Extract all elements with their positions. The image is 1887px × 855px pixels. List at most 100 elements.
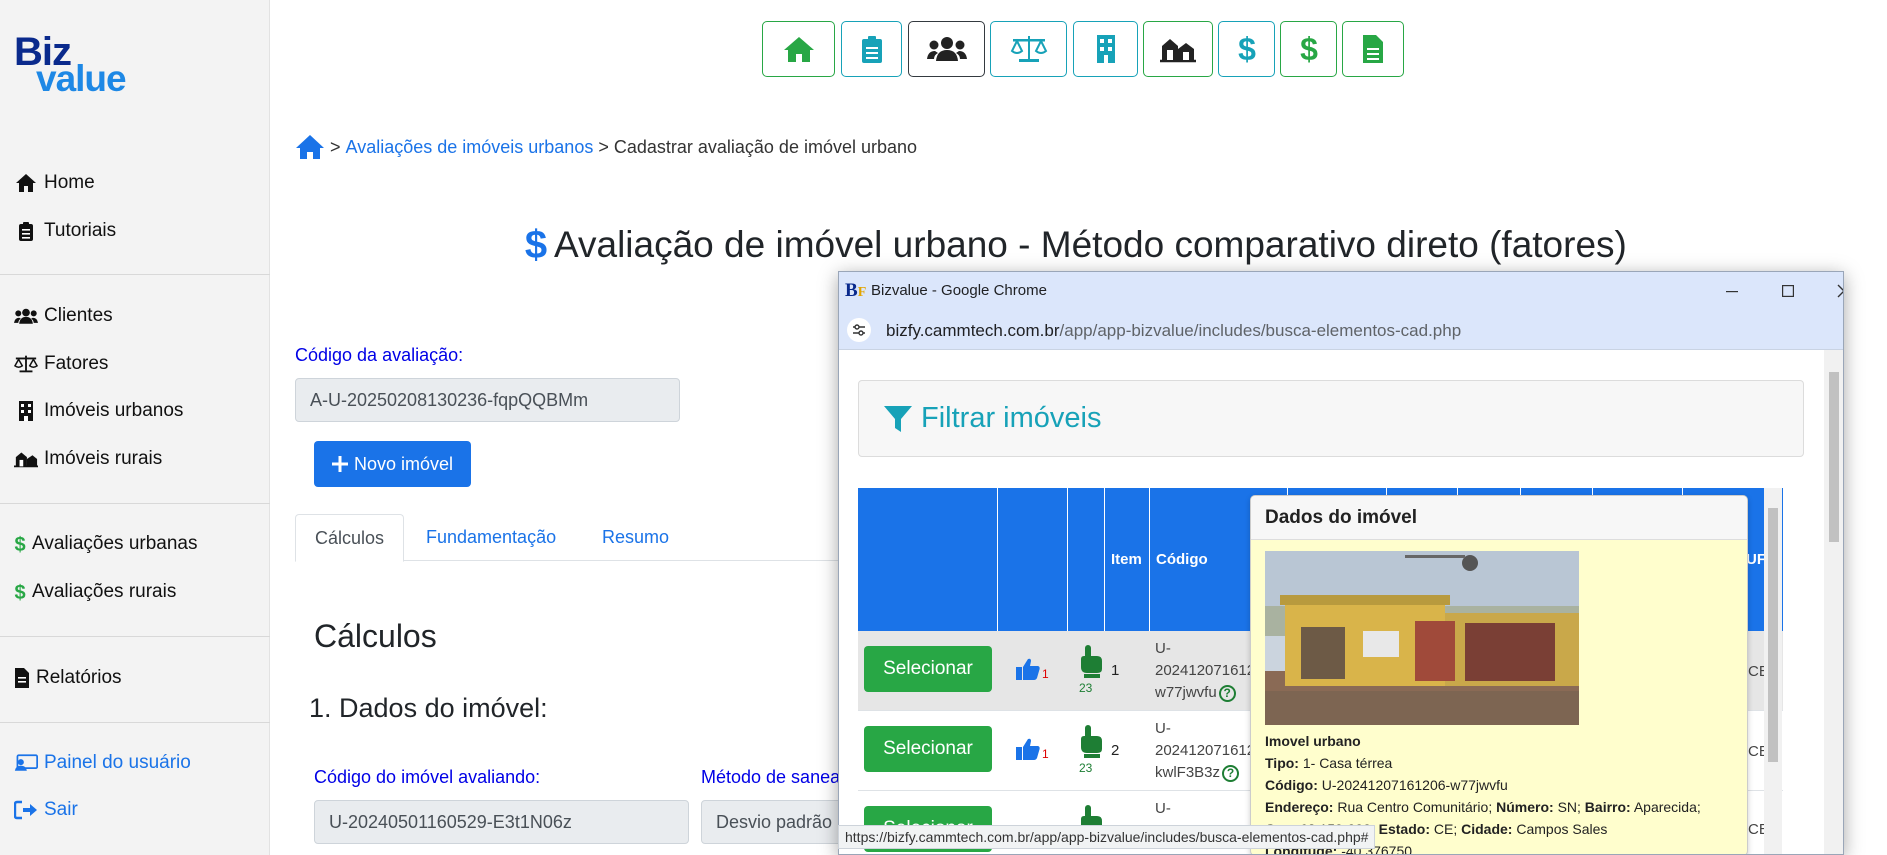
- sidebar-item-sair[interactable]: Sair: [14, 799, 78, 821]
- sidebar-item-painel-usuario[interactable]: Painel do usuário: [14, 752, 191, 774]
- points-count: 23: [1079, 761, 1093, 775]
- sidebar: Biz value Home Tutoriais Clientes Fatore…: [0, 0, 270, 855]
- tab-fundamentacao[interactable]: Fundamentação: [407, 514, 575, 561]
- breadcrumb-link-avaliacoes[interactable]: Avaliações de imóveis urbanos: [346, 137, 594, 158]
- file-icon: [14, 667, 30, 689]
- help-icon[interactable]: ?: [1218, 684, 1236, 702]
- tab-resumo[interactable]: Resumo: [583, 514, 688, 561]
- logo-value-text: value: [36, 58, 127, 99]
- toolbar-clients-button[interactable]: [908, 21, 985, 77]
- dollar-icon: $: [14, 581, 26, 603]
- sidebar-item-label: Fatores: [44, 353, 109, 374]
- toolbar-urban-valuations-button[interactable]: $: [1218, 21, 1275, 77]
- pointer-hand-icon[interactable]: [1077, 643, 1105, 679]
- sidebar-item-label: Avaliações urbanas: [32, 533, 198, 554]
- thumbs-up-icon[interactable]: [1015, 657, 1041, 681]
- divider: [0, 636, 270, 637]
- novo-imovel-button[interactable]: Novo imóvel: [314, 441, 471, 487]
- window-scrollbar-thumb[interactable]: [1829, 372, 1839, 542]
- url-domain: bizfy.cammtech.com.br: [886, 321, 1060, 340]
- breadcrumb-current: Cadastrar avaliação de imóvel urbano: [613, 136, 918, 157]
- window-title: Bizvalue - Google Chrome: [871, 282, 1047, 299]
- sidebar-item-clientes[interactable]: Clientes: [14, 305, 113, 327]
- info-label: Número:: [1496, 799, 1554, 815]
- info-value: U-20241207161206-w77jwvfu: [1321, 777, 1508, 793]
- sidebar-item-relatorios[interactable]: Relatórios: [14, 667, 122, 689]
- toolbar-rural-valuations-button[interactable]: $: [1280, 21, 1337, 77]
- property-code: U-: [1155, 798, 1171, 820]
- property-code: U- 202412071612 w77jwvfu?: [1155, 638, 1255, 704]
- window-scrollbar[interactable]: [1824, 350, 1843, 854]
- filter-panel[interactable]: Filtrar imóveis: [858, 380, 1804, 457]
- section-title: Cálculos: [314, 618, 437, 654]
- divider: [0, 274, 270, 275]
- tabs: Cálculos Fundamentação Resumo: [295, 514, 855, 562]
- property-code: U- 202412071612 kwlF3B3z?: [1155, 718, 1255, 784]
- sidebar-item-tutoriais[interactable]: Tutoriais: [14, 220, 116, 242]
- sidebar-item-home[interactable]: Home: [14, 172, 95, 194]
- toolbar-reports-button[interactable]: [1342, 21, 1404, 77]
- breadcrumb-separator: >: [330, 136, 341, 157]
- selecionar-button[interactable]: Selecionar: [864, 726, 992, 772]
- users-icon: [926, 36, 967, 62]
- item-number: 2: [1111, 742, 1120, 759]
- info-label: Tipo:: [1265, 755, 1299, 771]
- toolbar-home-button[interactable]: [762, 21, 835, 77]
- clipboard-icon: [861, 35, 883, 63]
- table-scrollbar[interactable]: [1764, 488, 1782, 854]
- sidebar-item-fatores[interactable]: Fatores: [14, 353, 108, 375]
- novo-imovel-label: Novo imóvel: [353, 453, 454, 474]
- sidebar-item-imoveis-rurais[interactable]: Imóveis rurais: [14, 448, 162, 470]
- info-value: Aparecida;: [1633, 799, 1701, 815]
- info-label: Estado:: [1378, 821, 1430, 837]
- metodo-saneamento-select[interactable]: Desvio padrão: [701, 800, 851, 844]
- column-header: [1068, 488, 1105, 631]
- page-title-text: Avaliação de imóvel urbano - Método comp…: [554, 224, 1627, 265]
- home-icon[interactable]: [295, 134, 325, 160]
- user-panel-icon: [14, 752, 38, 774]
- pointer-hand-icon[interactable]: [1077, 723, 1105, 759]
- maximize-button[interactable]: [1759, 272, 1817, 310]
- code-line: U-: [1155, 640, 1171, 657]
- farm-icon: [1160, 35, 1196, 63]
- favicon: BF: [845, 280, 867, 301]
- info-label: Endereço:: [1265, 799, 1334, 815]
- thumbs-up-icon[interactable]: [1015, 737, 1041, 761]
- column-header: [858, 488, 998, 631]
- code-line: w77jwvfu: [1155, 684, 1217, 701]
- code-line: U-: [1155, 800, 1171, 817]
- bizvalue-logo[interactable]: Biz value: [14, 30, 154, 100]
- site-settings-icon[interactable]: [847, 318, 871, 342]
- code-line: U-: [1155, 720, 1171, 737]
- toolbar-factors-button[interactable]: [990, 21, 1067, 77]
- plus-icon: [331, 456, 348, 472]
- metodo-saneamento-label: Método de sanea: [701, 767, 841, 787]
- url-text[interactable]: bizfy.cammtech.com.br/app/app-bizvalue/i…: [886, 321, 1461, 341]
- item-number: 1: [1111, 662, 1120, 679]
- column-header-item: Item: [1105, 488, 1150, 631]
- toolbar-urban-properties-button[interactable]: [1073, 21, 1138, 77]
- help-icon[interactable]: ?: [1222, 764, 1240, 782]
- dollar-icon: $: [1237, 32, 1257, 66]
- info-label: Bairro:: [1584, 799, 1631, 815]
- code-line: kwlF3B3z: [1155, 764, 1221, 781]
- info-value: Rua Centro Comunitário;: [1337, 799, 1493, 815]
- toolbar-tutorials-button[interactable]: [841, 21, 902, 77]
- sidebar-item-imoveis-urbanos[interactable]: Imóveis urbanos: [14, 400, 183, 422]
- sidebar-item-label: Painel do usuário: [44, 752, 191, 773]
- sidebar-item-label: Tutoriais: [44, 220, 117, 241]
- table-scrollbar-thumb[interactable]: [1768, 508, 1778, 762]
- column-header: [998, 488, 1068, 631]
- svg-text:$: $: [1300, 32, 1318, 66]
- selecionar-button[interactable]: Selecionar: [864, 646, 992, 692]
- code-line: 202412071612: [1155, 662, 1256, 679]
- sidebar-item-avaliacoes-urbanas[interactable]: $ Avaliações urbanas: [14, 533, 197, 555]
- tab-calculos[interactable]: Cálculos: [295, 514, 405, 562]
- close-button[interactable]: [1815, 272, 1843, 310]
- info-heading: Imovel urbano: [1265, 733, 1361, 749]
- sidebar-item-label: Sair: [44, 799, 78, 820]
- toolbar-rural-properties-button[interactable]: [1143, 21, 1213, 77]
- minimize-button[interactable]: [1703, 272, 1761, 310]
- sidebar-item-avaliacoes-rurais[interactable]: $ Avaliações rurais: [14, 581, 176, 603]
- filter-icon: [883, 404, 913, 434]
